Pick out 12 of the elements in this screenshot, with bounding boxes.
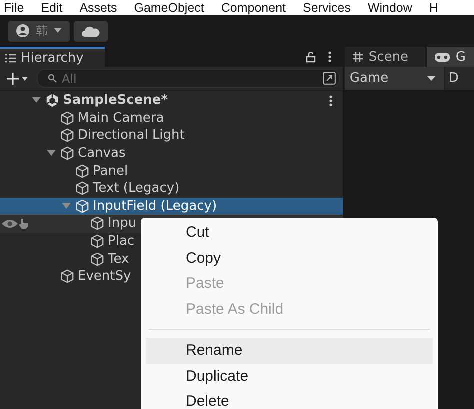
tree-item-label: Text (Legacy) [93,181,180,196]
tab-label: Hierarchy [21,50,84,66]
tree-item-label: SampleScene* [63,93,168,108]
tree-item-label: Main Camera [78,110,164,126]
tree-item-label: Inpu [108,216,137,232]
tree-item-label: Plac [108,234,135,250]
tree-item-label: Directional Light [78,128,185,144]
tree-item-label: Canvas [78,146,126,162]
tree-item-label: EventSy [78,269,132,284]
tree-item-label: InputField (Legacy) [93,198,218,214]
tree-item-label: Panel [93,164,128,179]
tree-item-label: Tex [108,252,130,267]
